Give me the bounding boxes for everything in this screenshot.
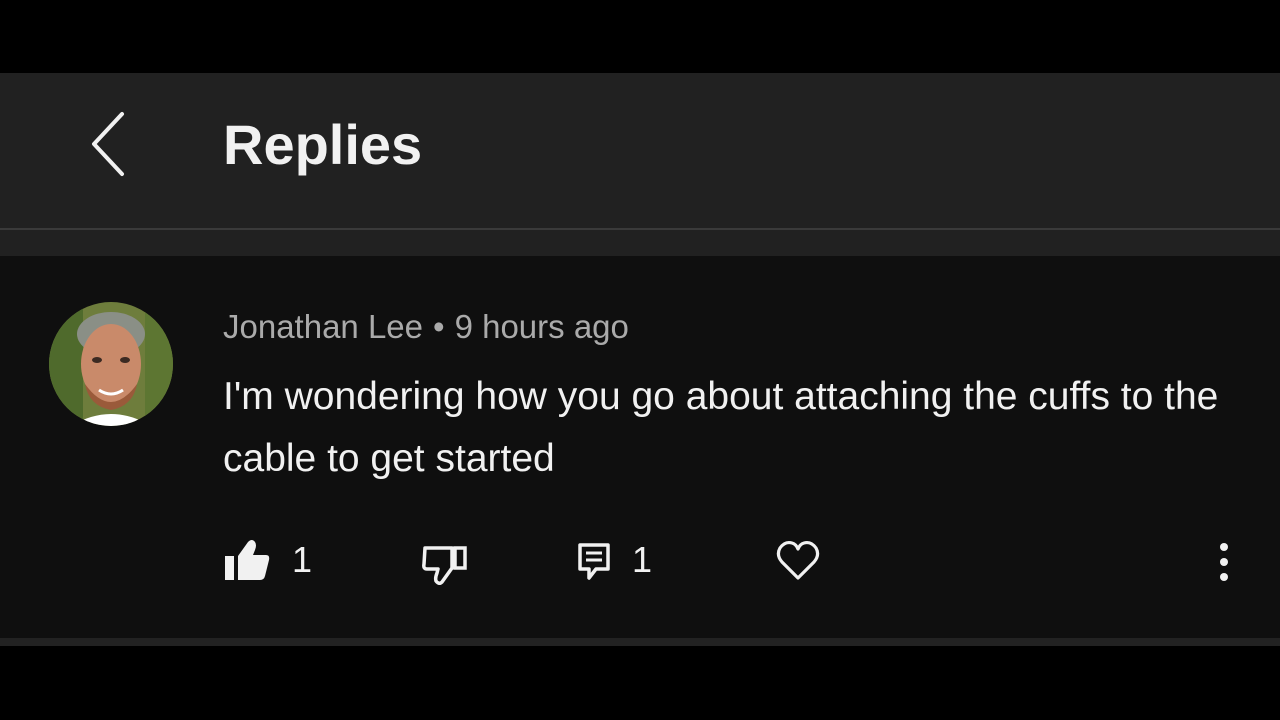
- chevron-left-icon: [92, 112, 124, 176]
- avatar[interactable]: [49, 302, 173, 426]
- avatar-image: [49, 302, 173, 426]
- meta-separator: •: [433, 308, 445, 345]
- thumbs-down-icon: [422, 546, 467, 586]
- comment-icon: [578, 543, 610, 580]
- comment-text: I'm wondering how you go about attaching…: [223, 375, 1219, 480]
- heart-button[interactable]: [776, 540, 820, 582]
- back-button[interactable]: [80, 108, 140, 180]
- comment-author[interactable]: Jonathan Lee: [223, 308, 423, 345]
- reply-button[interactable]: 1: [578, 538, 652, 582]
- dislike-button[interactable]: [422, 544, 468, 586]
- comment-meta: Jonathan Lee • 9 hours ago: [223, 306, 629, 348]
- more-button[interactable]: [1210, 540, 1238, 584]
- bottom-divider: [0, 638, 1280, 646]
- like-button[interactable]: 1: [224, 538, 312, 582]
- page-title: Replies: [223, 113, 423, 176]
- header-bar: [0, 73, 1280, 230]
- header-band: [0, 230, 1280, 256]
- comment-time: 9 hours ago: [454, 308, 629, 345]
- reply-count: 1: [632, 539, 653, 580]
- app-frame: Replies Jonathan Lee • 9 hours ago I'm won…: [0, 0, 1280, 720]
- like-count: 1: [292, 539, 313, 580]
- thumbs-up-icon: [225, 540, 270, 580]
- heart-icon: [776, 540, 820, 580]
- more-vertical-icon: [1220, 543, 1228, 581]
